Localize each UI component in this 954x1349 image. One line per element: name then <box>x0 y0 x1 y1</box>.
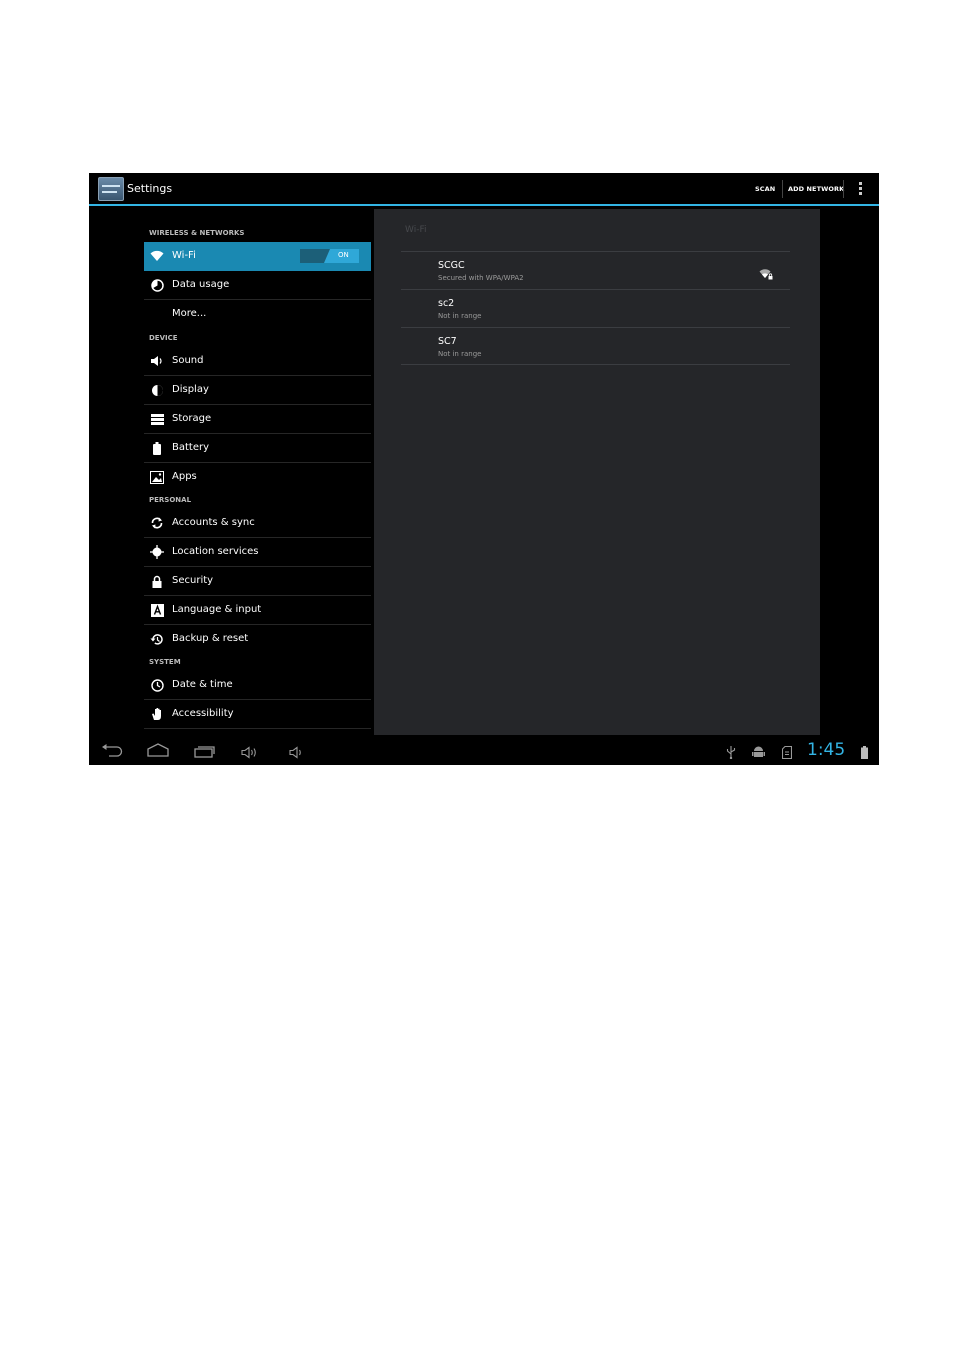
sidebar-item-label: Storage <box>172 413 212 424</box>
network-status: Not in range <box>438 312 482 320</box>
home-icon[interactable] <box>147 742 169 761</box>
action-bar: Settings SCAN ADD NETWORK <box>89 173 879 206</box>
wifi-network-row[interactable]: sc2 Not in range <box>401 289 790 327</box>
speaker-icon <box>150 354 164 368</box>
wifi-network-row[interactable]: SCGC Secured with WPA/WPA2 <box>401 251 790 289</box>
lock-icon <box>150 574 164 588</box>
section-header-personal: PERSONAL <box>149 496 192 504</box>
sidebar-item-data-usage[interactable]: Data usage <box>144 271 371 300</box>
sidebar-item-apps[interactable]: Apps <box>144 463 371 491</box>
network-status: Not in range <box>438 350 482 358</box>
toggle-state-label: ON <box>338 251 349 259</box>
list-divider <box>401 364 790 365</box>
clock-icon <box>150 678 164 692</box>
sidebar-item-label: Wi-Fi <box>172 250 196 261</box>
action-divider <box>843 180 844 198</box>
storage-icon <box>150 412 164 426</box>
overflow-menu-icon[interactable] <box>857 182 863 196</box>
status-clock: 1:45 <box>807 740 846 760</box>
volume-down-icon[interactable] <box>289 744 303 763</box>
sidebar-item-accounts-sync[interactable]: Accounts & sync <box>144 509 371 538</box>
system-bar: 1:45 <box>89 736 879 765</box>
settings-app-icon[interactable] <box>98 177 124 201</box>
network-name: sc2 <box>438 298 455 309</box>
data-usage-icon <box>150 278 164 292</box>
sidebar-item-label: Date & time <box>172 679 233 690</box>
section-header-system: SYSTEM <box>149 658 181 666</box>
sidebar-item-label: Language & input <box>172 604 262 615</box>
settings-sidebar: WIRELESS & NETWORKS Wi-Fi ON Data usage … <box>89 206 373 736</box>
sidebar-item-accessibility[interactable]: Accessibility <box>144 700 371 729</box>
sidebar-item-storage[interactable]: Storage <box>144 405 371 434</box>
sidebar-item-language-input[interactable]: Language & input <box>144 596 371 625</box>
location-icon <box>150 545 164 559</box>
sidebar-item-more[interactable]: More... <box>144 300 371 328</box>
battery-icon <box>150 441 164 455</box>
sidebar-item-label: Accounts & sync <box>172 517 255 528</box>
network-name: SC7 <box>438 336 457 347</box>
sidebar-item-label: Apps <box>172 471 197 482</box>
sidebar-item-date-time[interactable]: Date & time <box>144 671 371 700</box>
network-status: Secured with WPA/WPA2 <box>438 274 524 282</box>
sidebar-item-label: Location services <box>172 546 259 557</box>
android-debug-icon <box>752 744 765 763</box>
toggle-thumb: ON <box>324 249 359 263</box>
usb-icon <box>726 744 736 763</box>
sidebar-item-display[interactable]: Display <box>144 376 371 405</box>
volume-up-icon[interactable] <box>241 744 259 763</box>
wifi-signal-lock-icon <box>759 265 773 280</box>
panel-title: Wi-Fi <box>405 225 427 235</box>
wifi-networks-panel: Wi-Fi SCGC Secured with WPA/WPA2 sc2 Not… <box>374 209 820 735</box>
backup-icon <box>150 632 164 646</box>
sidebar-item-label: Security <box>172 575 214 586</box>
scan-button[interactable]: SCAN <box>755 185 775 193</box>
sidebar-item-label: Accessibility <box>172 708 234 719</box>
action-divider <box>782 180 783 198</box>
back-icon[interactable] <box>101 743 123 762</box>
app-title: Settings <box>127 182 173 195</box>
sd-card-icon <box>781 744 793 763</box>
sidebar-item-backup-reset[interactable]: Backup & reset <box>144 625 371 653</box>
wifi-icon <box>150 249 164 263</box>
tablet-screen: Settings SCAN ADD NETWORK WIRELESS & NET… <box>89 173 879 765</box>
sidebar-item-battery[interactable]: Battery <box>144 434 371 463</box>
sidebar-item-label: More... <box>172 308 207 319</box>
apps-icon <box>150 470 164 484</box>
sync-icon <box>150 516 164 530</box>
sidebar-item-label: Sound <box>172 355 204 366</box>
section-header-wireless: WIRELESS & NETWORKS <box>149 229 245 237</box>
sidebar-item-label: Backup & reset <box>172 633 249 644</box>
hand-icon <box>150 707 164 721</box>
add-network-button[interactable]: ADD NETWORK <box>788 185 844 193</box>
section-header-device: DEVICE <box>149 334 178 342</box>
sidebar-item-sound[interactable]: Sound <box>144 347 371 376</box>
display-icon <box>150 383 164 397</box>
sidebar-item-label: Display <box>172 384 209 395</box>
sidebar-item-security[interactable]: Security <box>144 567 371 596</box>
battery-icon <box>861 744 868 763</box>
sidebar-item-wifi[interactable]: Wi-Fi ON <box>144 242 371 271</box>
recents-icon[interactable] <box>194 743 216 762</box>
wifi-toggle-switch[interactable]: ON <box>300 249 359 263</box>
network-name: SCGC <box>438 260 465 271</box>
sidebar-item-label: Data usage <box>172 279 230 290</box>
sidebar-item-label: Battery <box>172 442 210 453</box>
wifi-network-row[interactable]: SC7 Not in range <box>401 327 790 365</box>
sidebar-item-location-services[interactable]: Location services <box>144 538 371 567</box>
language-icon <box>150 603 164 617</box>
